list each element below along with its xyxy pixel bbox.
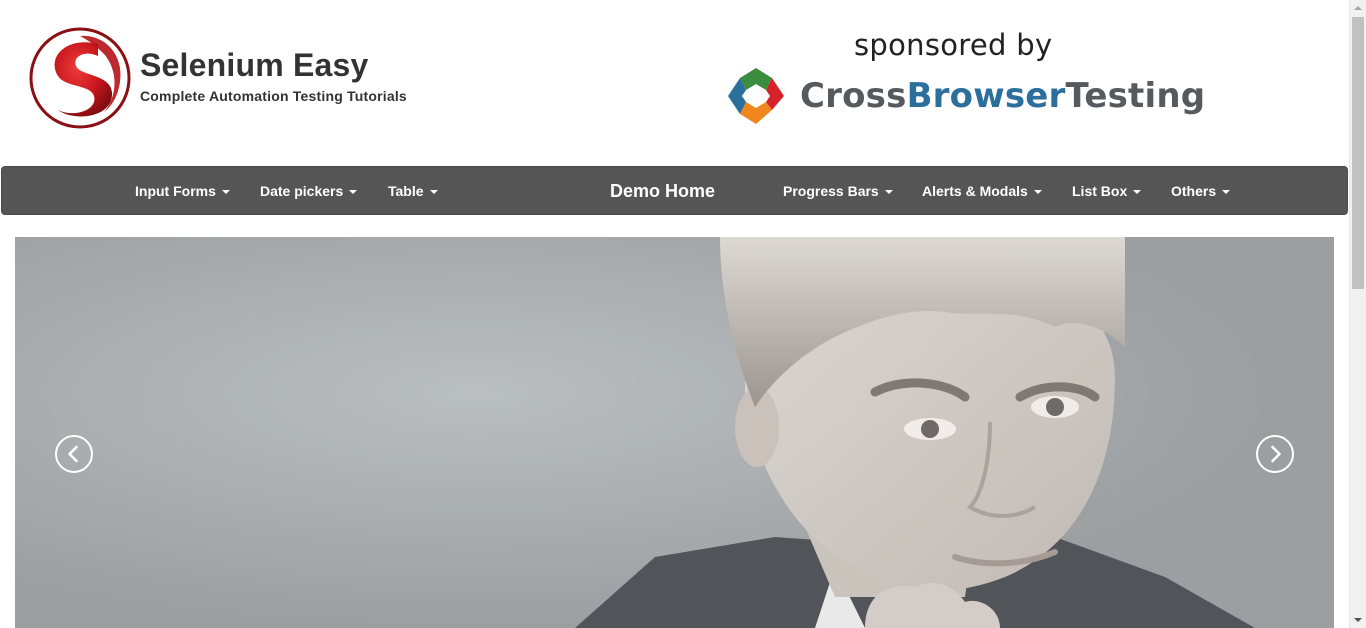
brand-tagline: Complete Automation Testing Tutorials xyxy=(140,87,407,104)
nav-date-pickers[interactable]: Date pickers xyxy=(260,167,358,216)
caret-down-icon xyxy=(1033,190,1042,195)
nav-table[interactable]: Table xyxy=(388,167,438,216)
sponsor-name-testing: Testing xyxy=(1065,76,1206,116)
vertical-scrollbar[interactable] xyxy=(1349,0,1366,628)
nav-alerts-modals[interactable]: Alerts & Modals xyxy=(922,167,1042,216)
sponsor-caption: sponsored by xyxy=(854,28,1053,62)
scroll-down-arrow-icon[interactable] xyxy=(1350,611,1366,628)
nav-alerts-modals-label: Alerts & Modals xyxy=(922,183,1028,199)
sponsor-name-browser: Browser xyxy=(906,76,1066,116)
sponsor-name: CrossBrowserTesting xyxy=(800,76,1205,116)
page: Selenium Easy Complete Automation Testin… xyxy=(0,0,1366,628)
nav-list-box-label: List Box xyxy=(1072,183,1128,199)
main-navbar: Input Forms Date pickers Table Demo Home… xyxy=(1,166,1348,215)
caret-down-icon xyxy=(429,190,438,195)
carousel-overlay xyxy=(15,237,1334,628)
sponsor-name-cross: Cross xyxy=(800,76,907,116)
caret-down-icon xyxy=(1222,190,1231,195)
nav-table-label: Table xyxy=(388,183,424,199)
nav-demo-home[interactable]: Demo Home xyxy=(610,167,715,216)
carousel-next-button[interactable] xyxy=(1256,435,1294,473)
caret-down-icon xyxy=(1133,190,1142,195)
nav-progress-bars[interactable]: Progress Bars xyxy=(783,167,893,216)
selenium-easy-logo-icon xyxy=(29,27,131,129)
caret-down-icon xyxy=(884,190,893,195)
nav-others[interactable]: Others xyxy=(1171,167,1231,216)
carousel-prev-button[interactable] xyxy=(55,435,93,473)
nav-list-box[interactable]: List Box xyxy=(1072,167,1142,216)
sponsor-logo[interactable]: CrossBrowserTesting xyxy=(724,64,1205,128)
caret-down-icon xyxy=(221,190,230,195)
scrollbar-thumb[interactable] xyxy=(1352,17,1364,289)
nav-input-forms[interactable]: Input Forms xyxy=(135,167,230,216)
hero-carousel xyxy=(15,237,1334,628)
nav-others-label: Others xyxy=(1171,183,1217,199)
nav-date-pickers-label: Date pickers xyxy=(260,183,344,199)
nav-input-forms-label: Input Forms xyxy=(135,183,216,199)
brand-title: Selenium Easy xyxy=(140,46,369,83)
chevron-left-icon xyxy=(68,445,78,463)
chevron-right-icon xyxy=(1271,445,1281,463)
scroll-up-arrow-icon[interactable] xyxy=(1350,0,1366,17)
site-logo[interactable]: Selenium Easy Complete Automation Testin… xyxy=(28,26,407,130)
nav-progress-bars-label: Progress Bars xyxy=(783,183,879,199)
crossbrowsertesting-logo-icon xyxy=(728,68,784,124)
caret-down-icon xyxy=(349,190,358,195)
